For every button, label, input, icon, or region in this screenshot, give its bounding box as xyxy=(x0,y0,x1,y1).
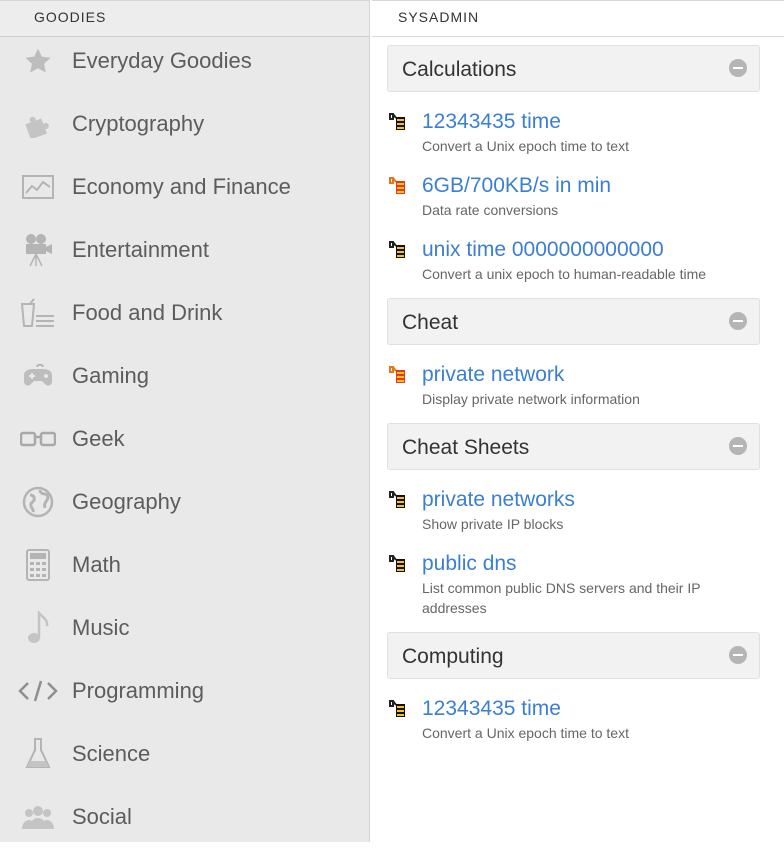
sidebar-item-math[interactable]: Math xyxy=(0,533,369,596)
section-header-cheat-sheets[interactable]: Cheat Sheets xyxy=(387,423,760,470)
sysadmin-panel: SYSADMIN Calculations 12343435 time Conv… xyxy=(372,0,784,842)
section-title: Calculations xyxy=(402,58,517,81)
list-item: private network Display private network … xyxy=(372,363,784,409)
collapse-icon[interactable] xyxy=(729,646,747,664)
collapse-icon[interactable] xyxy=(729,312,747,330)
sidebar-item-programming[interactable]: Programming xyxy=(0,659,369,722)
sidebar-item-label: Social xyxy=(72,803,132,829)
goodie-description: List common public DNS servers and their… xyxy=(422,580,701,616)
goodie-description: Convert a Unix epoch time to text xyxy=(422,725,629,741)
goodie-logo-icon xyxy=(388,699,408,724)
calculator-icon xyxy=(18,547,58,583)
section-title: Cheat xyxy=(402,311,459,334)
sidebar-item-everyday-goodies[interactable]: Everyday Goodies xyxy=(0,37,369,85)
puzzle-icon xyxy=(18,106,58,142)
sidebar-item-entertainment[interactable]: Entertainment xyxy=(0,218,369,281)
star-icon xyxy=(18,43,58,79)
code-icon xyxy=(18,673,58,709)
glasses-icon xyxy=(18,421,58,457)
goodie-link[interactable]: 12343435 time xyxy=(422,110,784,134)
food-drink-icon xyxy=(18,295,58,331)
sidebar-item-gaming[interactable]: Gaming xyxy=(0,344,369,407)
goodie-logo-icon xyxy=(388,490,408,515)
sidebar-item-cryptography[interactable]: Cryptography xyxy=(0,92,369,155)
sidebar-item-label: Entertainment xyxy=(72,236,209,262)
section-header-cheat[interactable]: Cheat xyxy=(387,298,760,345)
goodie-logo-icon xyxy=(388,365,408,390)
film-camera-icon xyxy=(18,232,58,268)
sidebar-item-geek[interactable]: Geek xyxy=(0,407,369,470)
sidebar-item-label: Programming xyxy=(72,677,205,703)
goodies-sidebar: GOODIES Everyday Goodies Cryptography Ec… xyxy=(0,0,370,842)
goodie-link[interactable]: private networks xyxy=(422,488,784,512)
sidebar-item-food-and-drink[interactable]: Food and Drink xyxy=(0,281,369,344)
gamepad-icon xyxy=(18,358,58,394)
goodie-logo-icon xyxy=(388,554,408,579)
chart-icon xyxy=(18,169,58,205)
collapse-icon[interactable] xyxy=(729,437,747,455)
flask-icon xyxy=(18,736,58,772)
music-note-icon xyxy=(18,610,58,646)
category-list: Everyday Goodies Cryptography Economy an… xyxy=(0,37,369,848)
list-item: 12343435 time Convert a Unix epoch time … xyxy=(372,110,784,156)
sidebar-item-label: Science xyxy=(72,740,151,766)
sidebar-item-social[interactable]: Social xyxy=(0,785,369,848)
collapse-icon[interactable] xyxy=(729,59,747,77)
goodie-description: Show private IP blocks xyxy=(422,516,564,532)
sidebar-item-economy-and-finance[interactable]: Economy and Finance xyxy=(0,155,369,218)
sidebar-item-label: Gaming xyxy=(72,362,150,388)
section-title: Computing xyxy=(402,645,504,668)
list-item: unix time 0000000000000 Convert a unix e… xyxy=(372,238,784,284)
sidebar-header: GOODIES xyxy=(0,1,369,37)
sidebar-item-label: Math xyxy=(72,551,121,577)
people-icon xyxy=(18,799,58,835)
goodie-logo-icon xyxy=(388,176,408,201)
sidebar-item-label: Geography xyxy=(72,488,181,514)
sidebar-item-label: Geek xyxy=(72,425,125,451)
sidebar-item-label: Food and Drink xyxy=(72,299,223,325)
goodie-description: Convert a Unix epoch time to text xyxy=(422,138,629,154)
goodie-logo-icon xyxy=(388,112,408,137)
goodie-link[interactable]: private network xyxy=(422,363,784,387)
sidebar-item-science[interactable]: Science xyxy=(0,722,369,785)
goodie-link[interactable]: 12343435 time xyxy=(422,697,784,721)
goodie-logo-icon xyxy=(388,240,408,265)
list-item: private networks Show private IP blocks xyxy=(372,488,784,534)
list-item: 12343435 time Convert a Unix epoch time … xyxy=(372,697,784,743)
list-item: public dns List common public DNS server… xyxy=(372,552,784,618)
goodie-description: Convert a unix epoch to human-readable t… xyxy=(422,266,707,282)
section-header-computing[interactable]: Computing xyxy=(387,632,760,679)
goodie-description: Data rate conversions xyxy=(422,202,559,218)
sidebar-item-label: Cryptography xyxy=(72,110,205,136)
sidebar-item-label: Music xyxy=(72,614,130,640)
section-title: Cheat Sheets xyxy=(402,436,530,459)
sidebar-item-label: Everyday Goodies xyxy=(72,48,252,73)
section-header-calculations[interactable]: Calculations xyxy=(387,45,760,92)
globe-icon xyxy=(18,484,58,520)
sidebar-item-music[interactable]: Music xyxy=(0,596,369,659)
goodie-link[interactable]: 6GB/700KB/s in min xyxy=(422,174,784,198)
main-header: SYSADMIN xyxy=(372,1,784,37)
list-item: 6GB/700KB/s in min Data rate conversions xyxy=(372,174,784,220)
goodie-description: Display private network information xyxy=(422,391,640,407)
goodie-link[interactable]: unix time 0000000000000 xyxy=(422,238,784,262)
goodie-link[interactable]: public dns xyxy=(422,552,784,576)
sidebar-item-geography[interactable]: Geography xyxy=(0,470,369,533)
sidebar-item-label: Economy and Finance xyxy=(72,173,291,199)
